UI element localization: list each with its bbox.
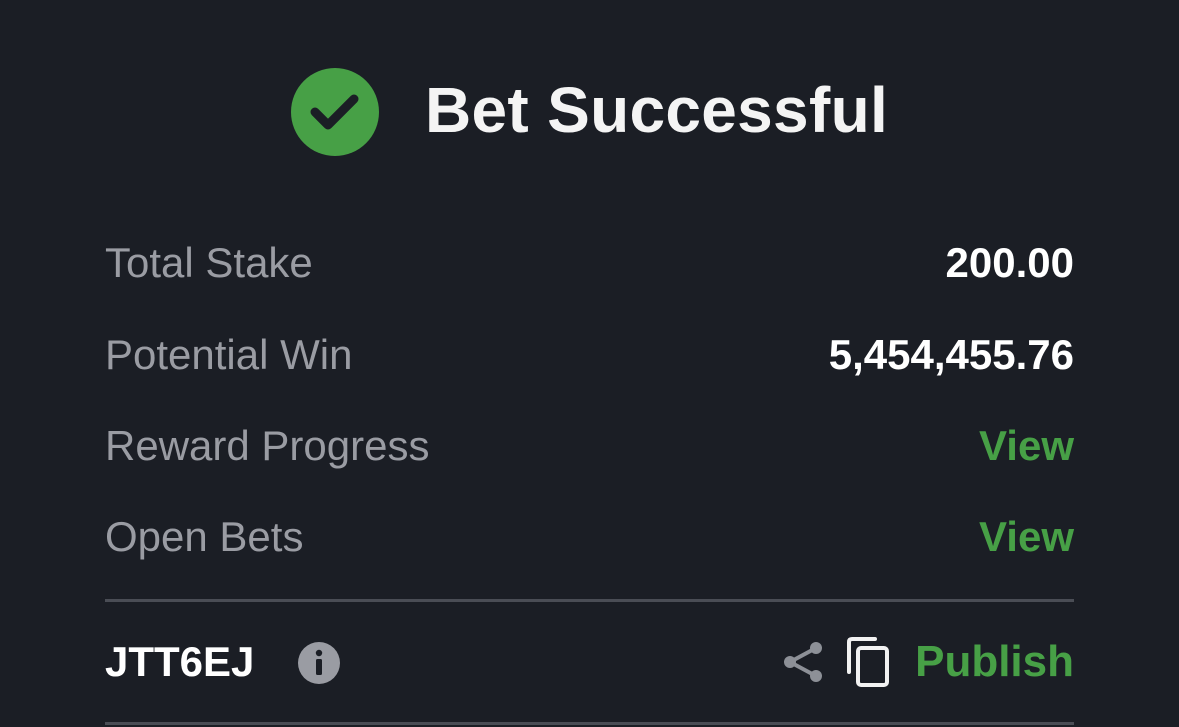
potential-win-value: 5,454,455.76 bbox=[828, 331, 1074, 378]
reward-progress-label: Reward Progress bbox=[105, 422, 430, 469]
success-header: Bet Successful bbox=[0, 0, 1179, 210]
reward-progress-view-link[interactable]: View bbox=[979, 416, 1074, 476]
info-icon[interactable] bbox=[298, 642, 340, 684]
check-circle-icon bbox=[291, 68, 379, 156]
reward-progress-row: Reward Progress View bbox=[105, 416, 1074, 476]
publish-button[interactable]: Publish bbox=[915, 630, 1074, 694]
total-stake-row: Total Stake 200.00 bbox=[105, 233, 1074, 293]
copy-icon[interactable] bbox=[845, 636, 891, 688]
page-title: Bet Successful bbox=[425, 74, 889, 146]
open-bets-label: Open Bets bbox=[105, 513, 304, 560]
booking-code-bar: JTT6EJ Publish bbox=[105, 630, 1074, 694]
potential-win-row: Potential Win 5,454,455.76 bbox=[105, 325, 1074, 385]
divider-top bbox=[105, 599, 1074, 602]
divider-bottom bbox=[105, 722, 1074, 725]
potential-win-label: Potential Win bbox=[105, 331, 353, 378]
open-bets-view-link[interactable]: View bbox=[979, 507, 1074, 567]
open-bets-row: Open Bets View bbox=[105, 507, 1074, 567]
total-stake-label: Total Stake bbox=[105, 239, 313, 286]
booking-code: JTT6EJ bbox=[105, 638, 255, 685]
total-stake-value: 200.00 bbox=[945, 239, 1074, 286]
share-icon[interactable] bbox=[781, 640, 825, 684]
